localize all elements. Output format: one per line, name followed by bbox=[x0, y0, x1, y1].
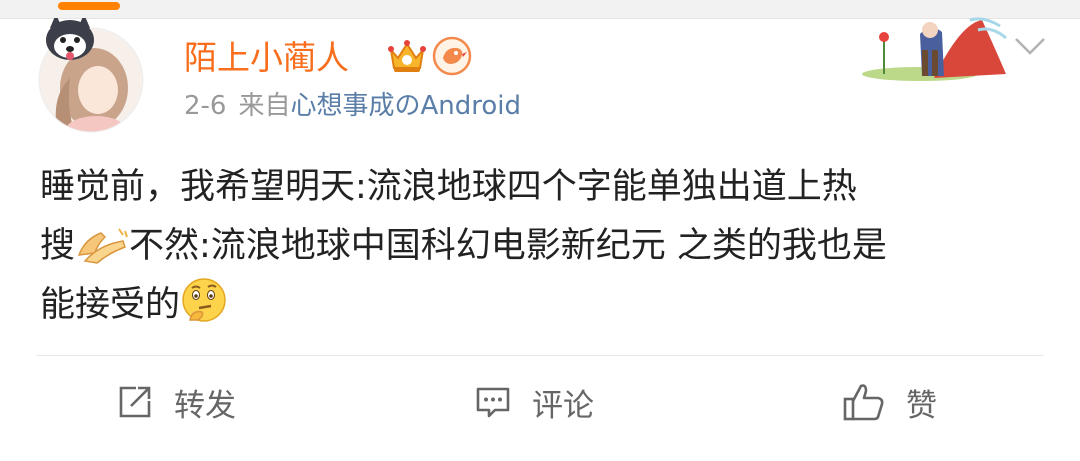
like-button[interactable]: 赞 bbox=[842, 374, 937, 430]
thumbs-up-icon bbox=[843, 384, 884, 421]
repost-label: 转发 bbox=[174, 387, 236, 424]
avatar[interactable] bbox=[36, 18, 146, 134]
post-text-segment: 能接受的 bbox=[40, 285, 181, 325]
post-text: 睡觉前，我希望明天:流浪地球四个字能单独出道上热 搜 不然:流浪地球中国科幻电影… bbox=[40, 158, 1050, 335]
repost-button[interactable]: 转发 bbox=[116, 374, 236, 430]
post-text-line: 搜 不然:流浪地球中国科幻电影新纪元 之类的我也是 bbox=[40, 217, 1050, 276]
like-label: 赞 bbox=[906, 387, 937, 424]
post-text-segment: 搜 bbox=[40, 226, 76, 266]
post-text-segment: 不然:流浪地球中国科幻电影新纪元 之类的我也是 bbox=[129, 226, 887, 266]
source-link[interactable]: 心想事成のAndroid bbox=[290, 91, 521, 121]
comment-label: 评论 bbox=[532, 387, 594, 424]
post-text-line: 睡觉前，我希望明天:流浪地球四个字能单独出道上热 bbox=[40, 167, 857, 207]
thinking-face-icon bbox=[182, 278, 226, 322]
actions-divider bbox=[36, 355, 1044, 356]
comment-button[interactable]: 评论 bbox=[474, 374, 594, 430]
bird-badge-icon[interactable] bbox=[432, 36, 472, 76]
chevron-down-icon[interactable] bbox=[1012, 34, 1048, 58]
comment-icon bbox=[476, 387, 510, 418]
post-meta: 2-6 来自心想事成のAndroid bbox=[184, 88, 521, 124]
post-text-line: 能接受的 bbox=[40, 276, 1050, 335]
username[interactable]: 陌上小蔺人 bbox=[184, 36, 349, 80]
card-decoration-illustration bbox=[862, 17, 1007, 81]
post-date: 2-6 bbox=[184, 91, 227, 121]
crown-badge-icon[interactable] bbox=[386, 36, 428, 76]
praying-hands-icon bbox=[77, 228, 128, 264]
top-accent-bar bbox=[58, 2, 120, 10]
source-prefix: 来自 bbox=[238, 91, 291, 121]
repost-icon bbox=[119, 386, 151, 418]
